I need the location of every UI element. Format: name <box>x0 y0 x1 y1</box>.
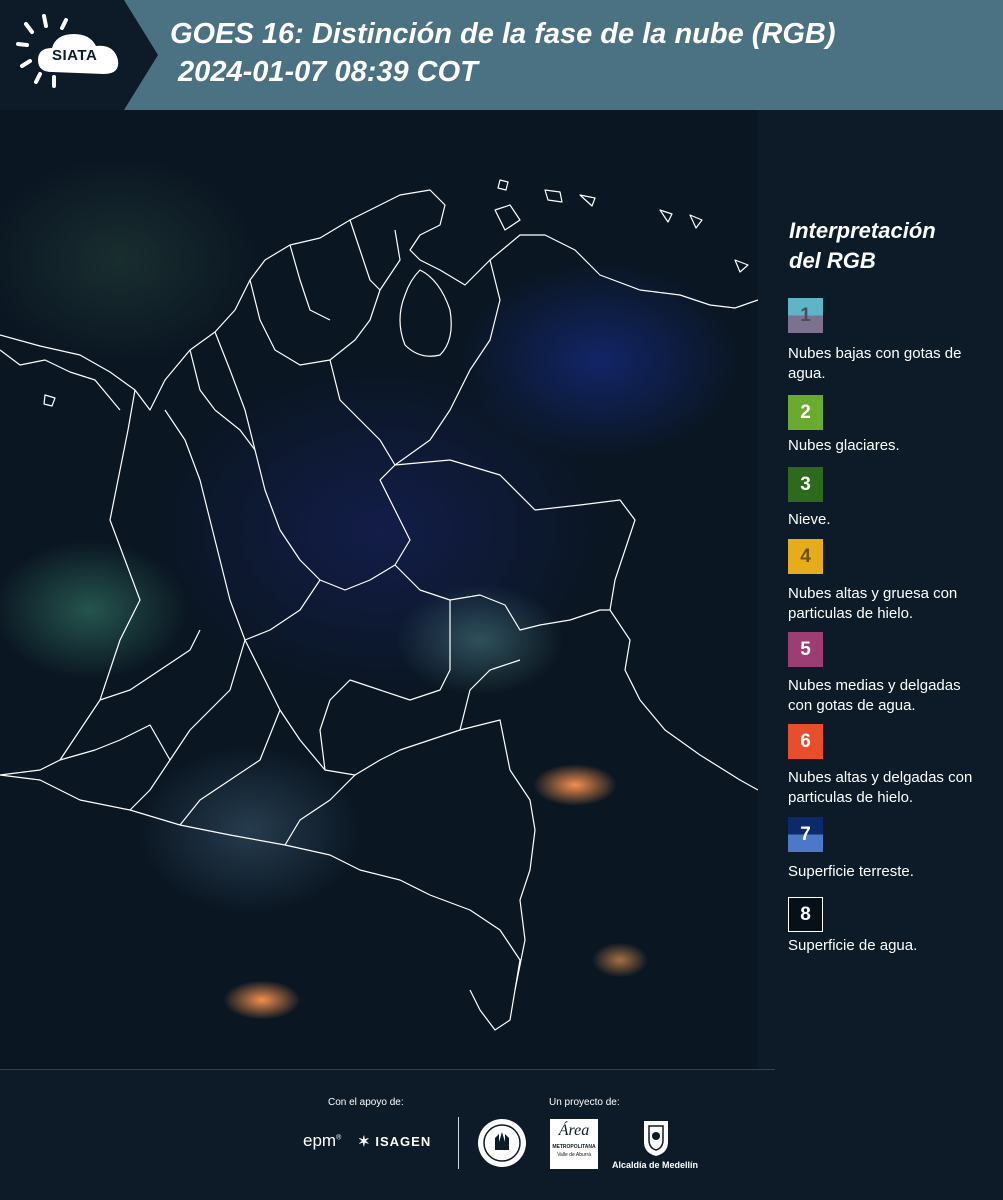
legend-swatch-number: 4 <box>800 545 811 567</box>
support-label: Con el apoyo de: <box>328 1097 404 1108</box>
satellite-map <box>0 110 758 1070</box>
legend-swatch-number: 2 <box>800 401 811 423</box>
legend-swatch-4: 4 <box>788 539 823 574</box>
legend-title: Interpretación del RGB <box>789 216 936 276</box>
legend-swatch-number: 7 <box>800 823 811 845</box>
legend-swatch-number: 6 <box>800 730 811 752</box>
sponsor-divider <box>458 1117 459 1169</box>
epm-logo-text: epm <box>303 1131 337 1150</box>
legend-swatch-6: 6 <box>788 724 823 759</box>
area-logo-sub: METROPOLITANA <box>552 1144 596 1150</box>
epm-logo: epm® <box>303 1131 342 1150</box>
legend-swatch-1: 1 <box>788 298 823 333</box>
legend-swatch-2: 2 <box>788 395 823 430</box>
legend-title-line-1: Interpretación <box>789 218 936 243</box>
alcaldia-shield-icon <box>644 1121 668 1156</box>
legend-swatch-number: 3 <box>800 473 811 495</box>
legend-swatch-number: 1 <box>800 304 811 326</box>
isagen-logo-text: ISAGEN <box>375 1134 432 1149</box>
footer-divider <box>0 1069 775 1070</box>
legend-label-7: Superficie terreste. <box>788 863 914 880</box>
legend-label-6: Nubes altas y delgadas con particulas de… <box>788 769 973 806</box>
map-borders <box>0 179 758 1031</box>
seal-logo <box>478 1119 526 1167</box>
legend-label-1: Nubes bajas con gotas de agua. <box>788 345 962 382</box>
siata-logo: SIATA <box>0 0 158 110</box>
legend-swatch-5: 5 <box>788 632 823 667</box>
area-logo-mark: Área <box>558 1122 590 1139</box>
legend-swatch-8: 8 <box>788 897 823 932</box>
area-metropolitana-logo: Área METROPOLITANA Valle de Aburrá <box>550 1119 598 1169</box>
siata-logo-text: SIATA <box>52 47 98 64</box>
legend-label-8: Superficie de agua. <box>788 937 918 954</box>
project-label: Un proyecto de: <box>549 1097 620 1108</box>
title-line-2: 2024-01-07 08:39 COT <box>170 56 478 88</box>
isagen-star-icon: ✶ <box>358 1133 371 1149</box>
page-title: GOES 16: Distinción de la fase de la nub… <box>170 15 836 91</box>
legend-swatch-number: 8 <box>800 903 811 925</box>
legend-label-2: Nubes glaciares. <box>788 437 900 454</box>
legend-swatch-3: 3 <box>788 467 823 502</box>
legend-swatch-7: 7 <box>788 817 823 852</box>
legend-label-3: Nieve. <box>788 511 831 528</box>
area-logo-sub2: Valle de Aburrá <box>557 1152 591 1158</box>
legend-swatch-number: 5 <box>800 638 811 660</box>
isagen-logo: ✶ ISAGEN <box>358 1133 431 1150</box>
alcaldia-text: Alcaldía de Medellín <box>612 1160 699 1170</box>
legend-title-line-2: del RGB <box>789 248 876 273</box>
legend-label-5: Nubes medias y delgadas con gotas de agu… <box>788 677 961 714</box>
header-bar: SIATA GOES 16: Distinción de la fase de … <box>0 0 1003 110</box>
legend-label-4: Nubes altas y gruesa con particulas de h… <box>788 585 958 622</box>
title-line-1: GOES 16: Distinción de la fase de la nub… <box>170 18 836 50</box>
